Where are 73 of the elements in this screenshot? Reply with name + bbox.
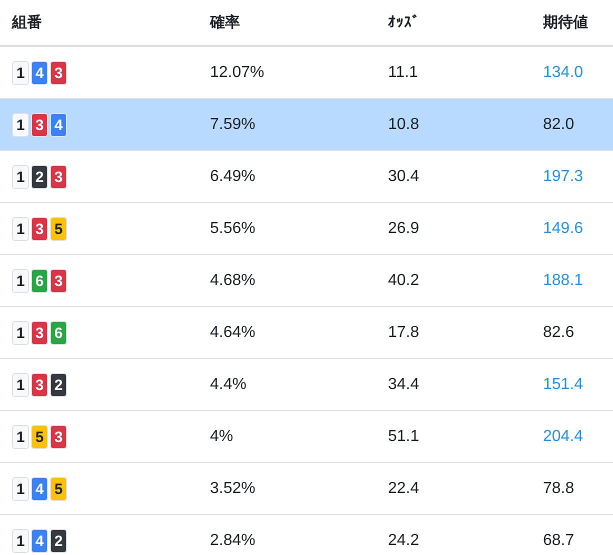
- table-cell: 4.68%: [210, 272, 256, 290]
- table-cell: 11.1: [388, 64, 418, 82]
- table-cell: 6.49%: [210, 168, 256, 186]
- boat-number-badge: 2: [50, 372, 67, 396]
- boat-number-badge: 6: [50, 320, 67, 344]
- boat-number-badge: 2: [31, 164, 48, 188]
- table-cell: 188.1: [543, 272, 584, 290]
- table-cell: 4.64%: [210, 324, 256, 342]
- table-row[interactable]: 1 3 2 4.4% 34.4 151.4: [0, 359, 613, 411]
- table-row[interactable]: 1 6 3 4.68% 40.2 188.1: [0, 255, 613, 307]
- table-row[interactable]: 1 5 3 4% 51.1 204.4: [0, 411, 613, 463]
- boat-number-badge: 1: [12, 372, 29, 396]
- boat-number-badge: 4: [31, 60, 48, 84]
- table-cell: 4%: [210, 428, 234, 446]
- table-cell: 40.2: [388, 272, 420, 290]
- table-cell: 82.6: [543, 324, 574, 342]
- boat-number-badge: 4: [31, 476, 48, 500]
- boat-number-badge: 1: [12, 424, 29, 448]
- table-cell: 5.56%: [210, 220, 256, 238]
- boat-number-badge: 5: [31, 424, 48, 448]
- table-cell: 204.4: [543, 428, 584, 446]
- boat-number-badge: 3: [31, 216, 48, 240]
- table-cell: 2.84%: [210, 532, 256, 550]
- boat-number-badge: 3: [31, 320, 48, 344]
- boat-number-badge: 4: [31, 528, 48, 552]
- table-row[interactable]: 1 3 5 5.56% 26.9 149.6: [0, 203, 613, 255]
- boat-number-badge: 3: [50, 268, 67, 292]
- column-header: 期待値: [543, 13, 588, 32]
- table-cell: 24.2: [388, 532, 420, 550]
- table-row[interactable]: 1 4 5 3.52% 22.4 78.8: [0, 463, 613, 515]
- table-row[interactable]: 1 4 2 2.84% 24.2 68.7: [0, 515, 613, 555]
- boat-number-badge: 5: [50, 216, 67, 240]
- column-header: ｵｯｽﾞ: [388, 14, 420, 31]
- table-row[interactable]: 1 3 6 4.64% 17.8 82.6: [0, 307, 613, 359]
- table-cell: 3.52%: [210, 480, 256, 498]
- boat-number-badge: 3: [31, 372, 48, 396]
- table-cell: 149.6: [543, 220, 584, 238]
- boat-number-badge: 3: [31, 112, 48, 136]
- boat-number-badge: 4: [50, 112, 67, 136]
- table-cell: 197.3: [543, 168, 584, 186]
- boat-number-badge: 1: [12, 112, 29, 136]
- boat-number-badge: 5: [50, 476, 67, 500]
- boat-number-badge: 1: [12, 476, 29, 500]
- table-cell: 151.4: [543, 376, 584, 394]
- table-cell: 34.4: [388, 376, 420, 394]
- table-cell: 68.7: [543, 532, 574, 550]
- table-cell: 4.4%: [210, 376, 246, 394]
- table-cell: 17.8: [388, 324, 420, 342]
- boat-number-badge: 2: [50, 528, 67, 552]
- boat-number-badge: 1: [12, 320, 29, 344]
- table-cell: 7.59%: [210, 116, 256, 134]
- table-row[interactable]: 1 2 3 6.49% 30.4 197.3: [0, 151, 613, 203]
- boat-number-badge: 3: [50, 164, 67, 188]
- boat-number-badge: 1: [12, 528, 29, 552]
- table-cell: 51.1: [388, 428, 420, 446]
- table-cell: 22.4: [388, 480, 420, 498]
- boat-number-badge: 6: [31, 268, 48, 292]
- table-row[interactable]: 1 3 4 7.59% 10.8 82.0: [0, 99, 613, 151]
- table-cell: 134.0: [543, 64, 584, 82]
- table-cell: 82.0: [543, 116, 574, 134]
- boat-number-badge: 1: [12, 164, 29, 188]
- table-cell: 26.9: [388, 220, 420, 238]
- boat-number-badge: 1: [12, 60, 29, 84]
- table-cell: 78.8: [543, 480, 574, 498]
- boat-number-badge: 3: [50, 60, 67, 84]
- boat-number-badge: 1: [12, 216, 29, 240]
- boat-number-badge: 1: [12, 268, 29, 292]
- table-cell: 30.4: [388, 168, 420, 186]
- table-cell: 12.07%: [210, 64, 264, 82]
- column-header: 組番: [12, 13, 42, 32]
- boat-number-badge: 3: [50, 424, 67, 448]
- column-header: 確率: [210, 13, 240, 32]
- table-cell: 10.8: [388, 116, 420, 134]
